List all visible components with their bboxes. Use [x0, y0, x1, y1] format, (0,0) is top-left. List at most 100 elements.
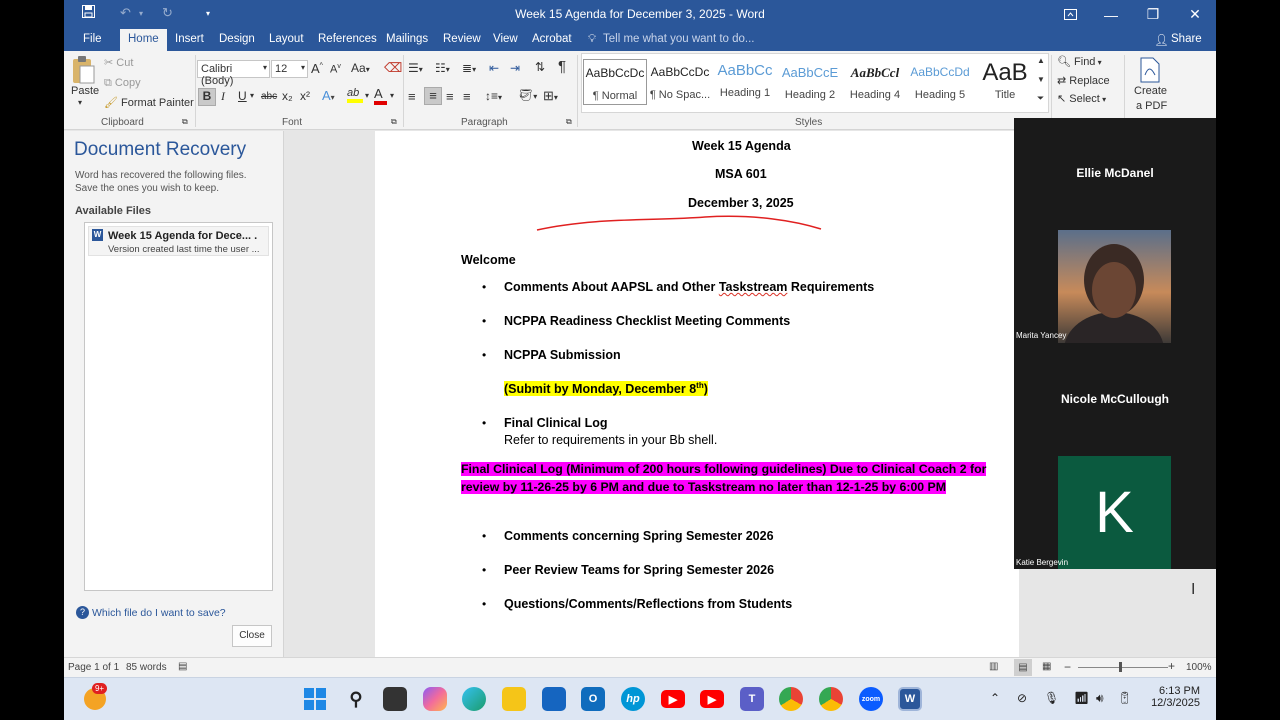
recovered-file-item[interactable]: W Week 15 Agenda for Dece... . Version c…: [88, 226, 269, 256]
sort-icon[interactable]: ⇅: [535, 60, 545, 74]
align-left-icon[interactable]: ≡: [408, 89, 416, 104]
tell-me-input[interactable]: Tell me what you want to do...: [603, 33, 755, 45]
increase-indent-icon[interactable]: ⇥: [510, 61, 520, 75]
word-count[interactable]: 85 words: [126, 662, 167, 673]
highlight-color-button[interactable]: ab: [347, 87, 363, 103]
borders-icon[interactable]: ⊞▾: [543, 88, 558, 104]
shrink-font-button[interactable]: Av: [330, 63, 341, 76]
proofing-icon[interactable]: ▤: [178, 661, 187, 672]
style-normal[interactable]: AaBbCcDc ¶ Normal: [583, 59, 647, 105]
maximize-button[interactable]: ❐: [1132, 0, 1174, 29]
share-button[interactable]: Share: [1171, 33, 1202, 45]
tab-design[interactable]: Design: [219, 33, 255, 45]
cloud-off-icon[interactable]: ⊘: [1017, 691, 1027, 705]
document-page[interactable]: Week 15 Agenda MSA 601 December 3, 2025 …: [375, 131, 1019, 657]
cut-button[interactable]: ✂︎ Cut: [104, 56, 133, 69]
create-pdf-label[interactable]: Create: [1134, 85, 1167, 97]
superscript-button[interactable]: x²: [300, 89, 310, 103]
tab-references[interactable]: References: [318, 33, 377, 45]
replace-button[interactable]: ⇄ Replace: [1057, 74, 1110, 87]
font-size-select[interactable]: 12 ▾: [271, 60, 308, 78]
styles-scroll-up-icon[interactable]: ▲: [1037, 56, 1045, 65]
style-heading-2[interactable]: AaBbCcE Heading 2: [778, 59, 842, 105]
grow-font-button[interactable]: A^: [311, 61, 323, 76]
zoom-in-button[interactable]: +: [1168, 659, 1175, 673]
tab-review[interactable]: Review: [443, 33, 481, 45]
multilevel-list-icon[interactable]: ≣▾: [462, 61, 476, 75]
align-center-icon[interactable]: ≡: [424, 87, 442, 105]
font-launcher-icon[interactable]: ⧉: [391, 117, 397, 127]
align-right-icon[interactable]: ≡: [446, 89, 454, 104]
store-icon[interactable]: [542, 687, 566, 711]
tab-mailings[interactable]: Mailings: [386, 33, 428, 45]
tab-acrobat[interactable]: Acrobat: [532, 33, 572, 45]
change-case-button[interactable]: Aa▾: [351, 61, 370, 75]
paste-button[interactable]: Paste: [71, 85, 99, 97]
copilot-icon[interactable]: [423, 687, 447, 711]
minimize-button[interactable]: —: [1090, 0, 1132, 29]
justify-icon[interactable]: ≡: [463, 89, 471, 104]
style-title[interactable]: AaB Title: [973, 59, 1037, 105]
show-formatting-button[interactable]: ¶: [558, 58, 566, 75]
youtube-icon[interactable]: ▶: [661, 690, 685, 708]
close-recovery-button[interactable]: Close: [232, 625, 272, 647]
clock[interactable]: 6:13 PM 12/3/2025: [1144, 685, 1200, 709]
zoom-slider-thumb[interactable]: [1119, 662, 1122, 672]
read-mode-icon[interactable]: ▥: [989, 661, 998, 672]
tab-home[interactable]: Home: [120, 29, 167, 51]
style-heading-1[interactable]: AaBbCc Heading 1: [713, 59, 777, 105]
decrease-indent-icon[interactable]: ⇤: [489, 61, 499, 75]
paste-dropdown-icon[interactable]: ▾: [78, 98, 82, 107]
underline-dropdown-icon[interactable]: ▾: [250, 91, 254, 100]
clipboard-launcher-icon[interactable]: ⧉: [182, 117, 188, 127]
text-effects-icon[interactable]: A▾: [322, 88, 335, 103]
find-button[interactable]: 🔍︎ Find ▾: [1057, 55, 1102, 68]
style-no-spacing[interactable]: AaBbCcDc ¶ No Spac...: [648, 59, 712, 105]
font-color-dropdown-icon[interactable]: ▾: [390, 91, 394, 100]
line-spacing-icon[interactable]: ↕≡▾: [485, 89, 502, 103]
tab-file[interactable]: File: [83, 33, 102, 45]
task-view-icon[interactable]: [383, 687, 407, 711]
paragraph-launcher-icon[interactable]: ⧉: [566, 117, 572, 127]
speaker-icon[interactable]: 🔊︎: [1096, 691, 1104, 706]
word-app-icon[interactable]: W: [898, 687, 922, 711]
underline-button[interactable]: U: [238, 89, 247, 103]
search-icon[interactable]: ⚲: [344, 687, 368, 711]
styles-more-icon[interactable]: ⏷: [1037, 93, 1044, 104]
copy-button[interactable]: ⧉ Copy: [104, 77, 141, 90]
chevron-up-icon[interactable]: ⌃: [990, 691, 1000, 705]
paste-icon[interactable]: [70, 55, 98, 85]
ribbon-display-icon[interactable]: [1049, 0, 1091, 29]
tab-view[interactable]: View: [493, 33, 518, 45]
zoom-level[interactable]: 100%: [1186, 662, 1212, 673]
bold-button[interactable]: B: [198, 88, 216, 106]
windows-start-icon[interactable]: [303, 687, 327, 711]
font-family-select[interactable]: Calibri (Body) ▾: [197, 60, 270, 87]
font-color-button[interactable]: A: [374, 86, 387, 105]
subscript-button[interactable]: x₂: [282, 89, 293, 103]
tab-layout[interactable]: Layout: [269, 33, 304, 45]
create-pdf-label-2[interactable]: a PDF: [1136, 100, 1167, 112]
italic-button[interactable]: I: [221, 89, 225, 104]
bullets-icon[interactable]: ☰▾: [408, 61, 423, 75]
zoom-out-button[interactable]: −: [1064, 660, 1071, 674]
file-explorer-icon[interactable]: [502, 687, 526, 711]
page-count[interactable]: Page 1 of 1: [68, 662, 119, 673]
numbering-icon[interactable]: ☷▾: [435, 61, 450, 75]
web-layout-icon[interactable]: ▦: [1042, 661, 1051, 672]
microphone-icon[interactable]: 🎙︎: [1044, 691, 1059, 705]
zoom-slider[interactable]: [1078, 667, 1168, 668]
shading-icon[interactable]: 🪣︎▾: [518, 88, 537, 102]
strikethrough-button[interactable]: abc: [261, 91, 277, 102]
wifi-icon[interactable]: 📶︎: [1074, 691, 1089, 705]
chrome-profile-icon[interactable]: [819, 687, 843, 711]
close-button[interactable]: ✕: [1174, 0, 1216, 29]
outlook-icon[interactable]: O: [581, 687, 605, 711]
participant-avatar[interactable]: K: [1058, 456, 1171, 569]
format-painter-button[interactable]: 🖌︎ Format Painter: [104, 96, 194, 109]
select-button[interactable]: ↖ Select ▾: [1057, 92, 1106, 105]
teams-icon[interactable]: T: [740, 687, 764, 711]
participant-video[interactable]: [1058, 230, 1171, 388]
chrome-icon[interactable]: [779, 687, 803, 711]
styles-scroll-down-icon[interactable]: ▼: [1037, 75, 1045, 84]
